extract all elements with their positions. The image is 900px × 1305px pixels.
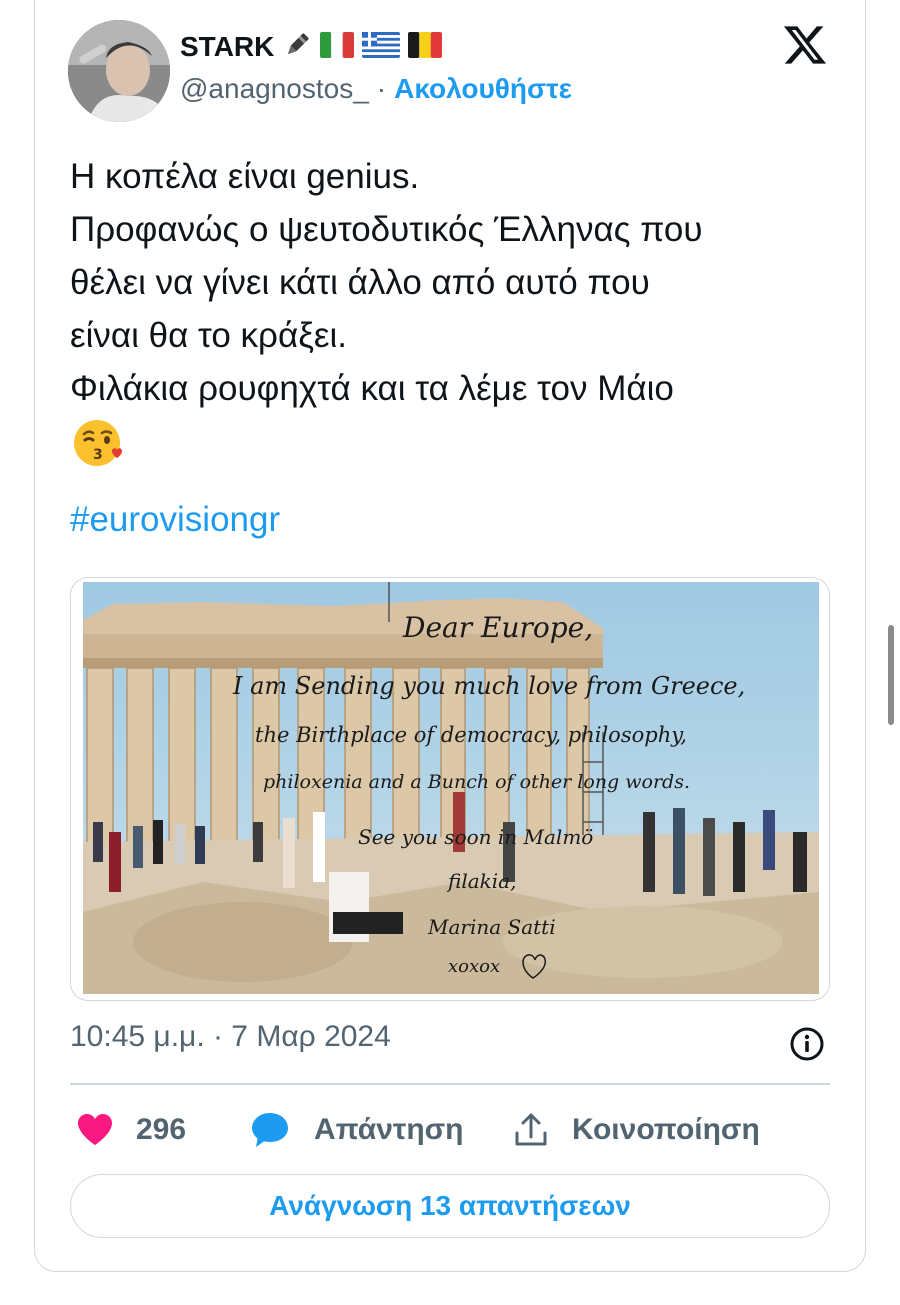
author-name-row: STARK — [180, 30, 443, 65]
svg-text:Marina Satti: Marina Satti — [427, 915, 556, 939]
svg-text:See you soon in Malmö: See you soon in Malmö — [358, 825, 593, 849]
divider — [70, 1083, 830, 1085]
media-image[interactable]: Dear Europe, I am Sending you much love … — [70, 577, 830, 1001]
tweet-text: Η κοπέλα είναι genius. Προφανώς ο ψευτοδ… — [70, 150, 860, 469]
scrollbar[interactable] — [888, 625, 894, 725]
share-icon — [515, 1113, 547, 1146]
tweet-line: Προφανώς ο ψευτοδυτικός Έλληνας που — [70, 210, 703, 249]
reply-label: Απάντηση — [314, 1113, 464, 1146]
tweet-line: είναι θα το κράξει. — [70, 316, 347, 355]
share-label: Κοινοποίηση — [572, 1113, 760, 1146]
author-handle[interactable]: @anagnostos_ — [180, 73, 369, 105]
svg-text:the Birthplace of democracy, p: the Birthplace of democracy, philosophy, — [255, 723, 687, 747]
reply-button[interactable]: Απάντηση — [250, 1108, 464, 1152]
author-name[interactable]: STARK — [180, 31, 274, 63]
heart-icon — [78, 1114, 112, 1145]
handle-row: @anagnostos_ · Ακολουθήστε — [180, 73, 572, 105]
flag-italy-icon — [320, 31, 355, 63]
tweet-line: θέλει να γίνει κάτι άλλο από αυτό που — [70, 263, 650, 302]
pen-icon — [282, 30, 312, 65]
svg-text:filakia,: filakia, — [446, 869, 516, 893]
action-bar: 296 Απάντηση Κοινοποίηση — [70, 1108, 830, 1152]
tweet-line: Φιλάκια ρουφηχτά και τα λέμε τον Μάιο — [70, 369, 674, 408]
svg-text:I am Sending you much love fro: I am Sending you much love from Greece, — [232, 672, 745, 700]
emoji-line: 3 — [70, 415, 860, 469]
tweet-line: Η κοπέλα είναι genius. — [70, 157, 420, 196]
hashtag-link[interactable]: #eurovisiongr — [70, 500, 280, 540]
timestamp[interactable]: 10:45 μ.μ. · 7 Μαρ 2024 — [70, 1020, 391, 1054]
share-button[interactable]: Κοινοποίηση — [512, 1108, 760, 1152]
face-blowing-kiss-icon: 3 — [74, 420, 122, 466]
like-count: 296 — [136, 1113, 187, 1146]
svg-text:xoxox: xoxox — [448, 956, 500, 977]
read-replies-button[interactable]: Ανάγνωση 13 απαντήσεων — [70, 1174, 830, 1238]
flag-belgium-icon — [408, 31, 443, 63]
like-button[interactable]: 296 — [76, 1108, 186, 1152]
svg-text:3: 3 — [93, 447, 103, 463]
svg-text:philoxenia and a Bunch of othe: philoxenia and a Bunch of other long wor… — [263, 771, 690, 793]
x-logo-icon[interactable] — [782, 22, 828, 68]
flag-greece-icon — [362, 31, 401, 63]
info-icon[interactable] — [788, 1025, 826, 1063]
parthenon-photo: Dear Europe, I am Sending you much love … — [83, 582, 819, 994]
avatar[interactable] — [68, 20, 170, 122]
separator-dot: · — [376, 73, 387, 104]
follow-button[interactable]: Ακολουθήστε — [394, 73, 572, 105]
reply-bubble-icon — [252, 1113, 288, 1147]
svg-text:Dear Europe,: Dear Europe, — [402, 611, 593, 644]
